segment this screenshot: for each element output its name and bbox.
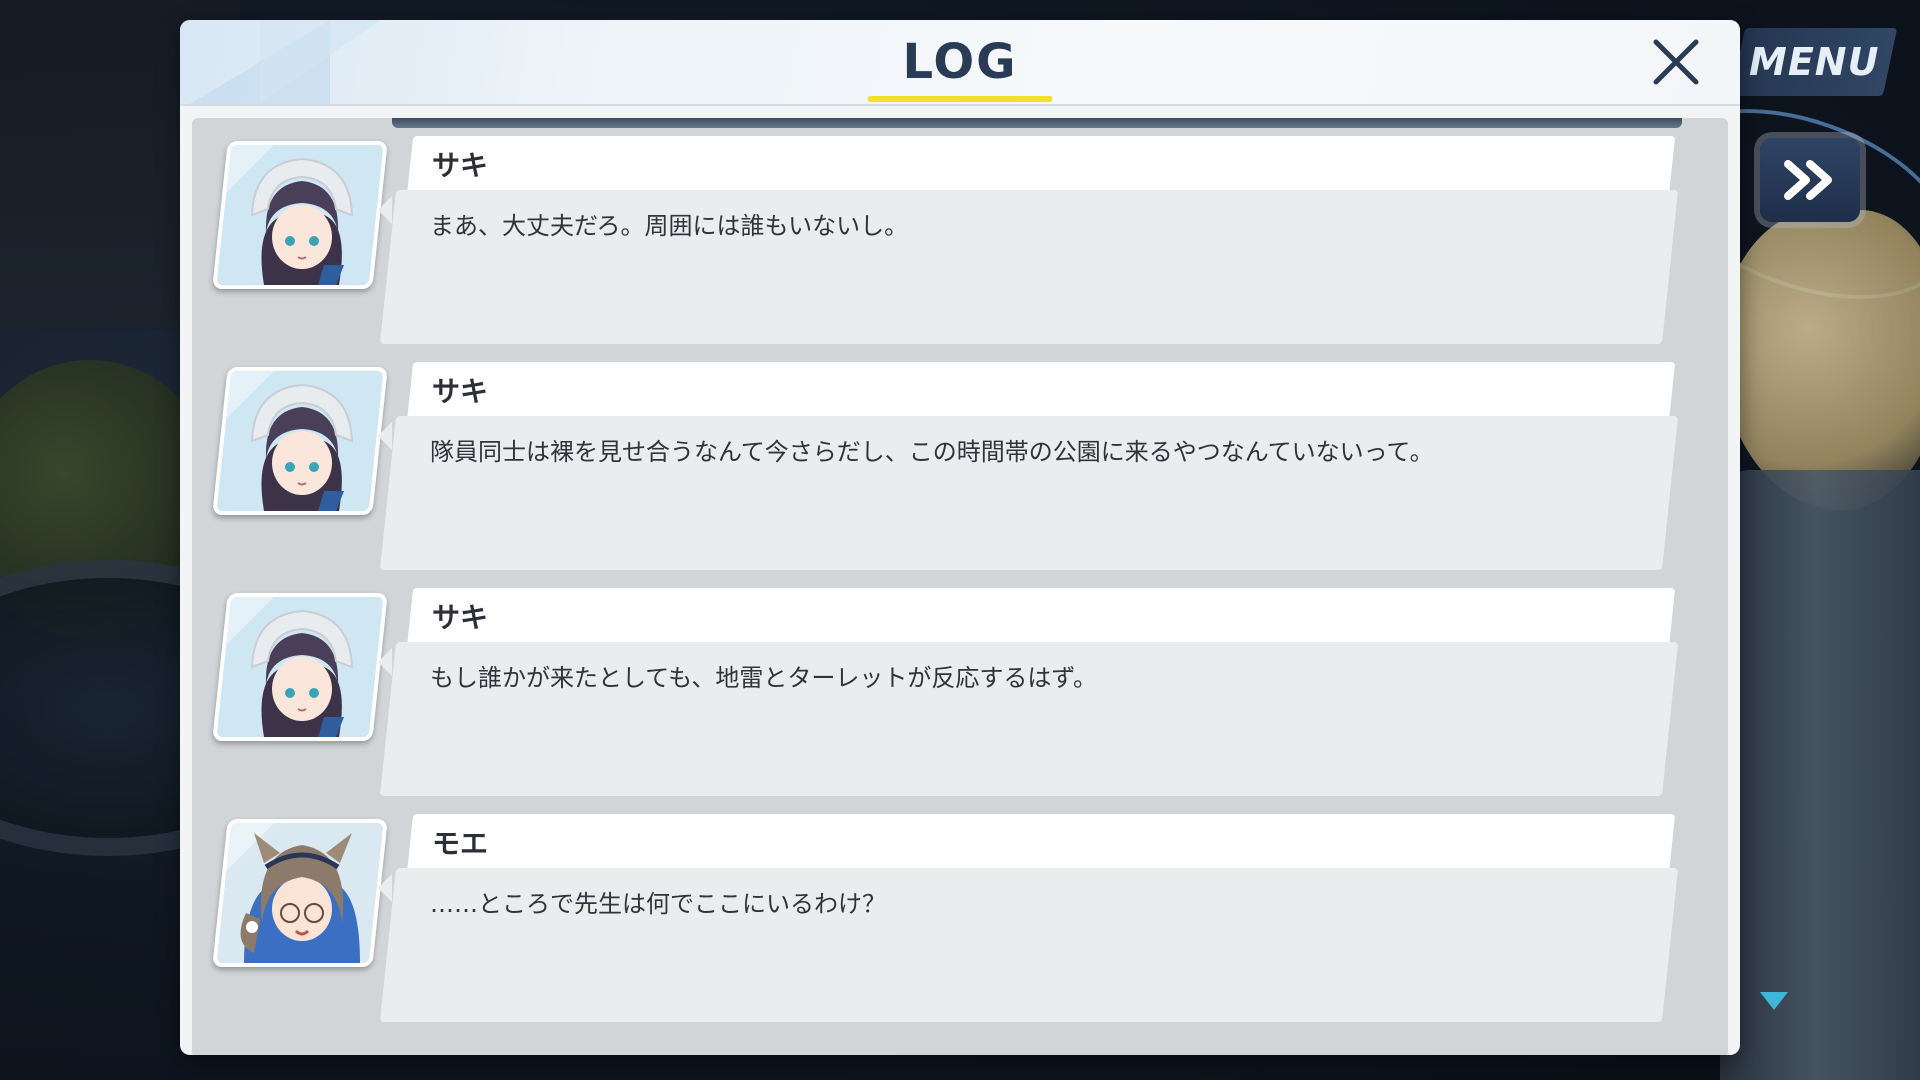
saki-portrait-icon — [214, 145, 386, 285]
log-entry: サキ まあ、大丈夫だろ。周囲には誰もいないし。 — [192, 136, 1728, 358]
menu-button-label: MENU — [1748, 40, 1880, 84]
background-character — [1720, 210, 1920, 510]
background-barrel — [1720, 470, 1920, 1080]
scroll-indicator[interactable] — [392, 118, 1682, 128]
avatar — [212, 819, 388, 967]
speaker-name: モエ — [432, 827, 489, 860]
close-button[interactable] — [1646, 32, 1706, 92]
saki-portrait-icon — [214, 371, 386, 511]
speaker-name: サキ — [432, 601, 489, 634]
speaker-name-bar — [406, 588, 1676, 648]
log-panel: LOG サキ まあ、大丈夫だろ。周囲には誰もいないし。 サキ 隊員同士は裸を見せ… — [180, 20, 1740, 1055]
bubble-pointer — [378, 648, 392, 676]
speaker-name-bar — [406, 814, 1676, 874]
menu-button[interactable]: MENU — [1730, 28, 1898, 96]
dialogue-text: まあ、大丈夫だろ。周囲には誰もいないし。 — [430, 212, 909, 240]
game-scene: MENU LOG サキ まあ、大丈夫だろ。周囲には誰もいないし。 サキ 隊員同士… — [0, 0, 1920, 1080]
avatar — [212, 367, 388, 515]
log-header: LOG — [180, 20, 1740, 106]
saki-portrait-icon — [214, 597, 386, 737]
speaker-name-bar — [406, 362, 1676, 422]
fast-forward-button[interactable] — [1760, 138, 1860, 222]
dialogue-text: もし誰かが来たとしても、地雷とターレットが反応するはず。 — [430, 664, 1097, 692]
speaker-name: サキ — [432, 375, 489, 408]
bubble-pointer — [378, 874, 392, 902]
avatar — [212, 141, 388, 289]
log-list[interactable]: サキ まあ、大丈夫だろ。周囲には誰もいないし。 サキ 隊員同士は裸を見せ合うなん… — [192, 118, 1728, 1055]
dialogue-text: ……ところで先生は何でここにいるわけ？ — [430, 890, 886, 918]
moe-portrait-icon — [214, 823, 386, 963]
down-triangle-icon — [1760, 992, 1788, 1010]
log-entry: サキ もし誰かが来たとしても、地雷とターレットが反応するはず。 — [192, 588, 1728, 810]
bubble-pointer — [378, 196, 392, 224]
log-title: LOG — [902, 34, 1018, 90]
close-icon — [1653, 39, 1699, 85]
title-underline — [868, 96, 1052, 102]
log-entry: サキ 隊員同士は裸を見せ合うなんて今さらだし、この時間帯の公園に来るやつなんてい… — [192, 362, 1728, 584]
double-chevron-right-icon — [1784, 160, 1832, 200]
dialogue-text: 隊員同士は裸を見せ合うなんて今さらだし、この時間帯の公園に来るやつなんていないっ… — [430, 438, 1434, 466]
speaker-name: サキ — [432, 149, 489, 182]
avatar — [212, 593, 388, 741]
speaker-name-bar — [406, 136, 1676, 196]
log-entry: モエ ……ところで先生は何でここにいるわけ？ — [192, 814, 1728, 1036]
bubble-pointer — [378, 422, 392, 450]
